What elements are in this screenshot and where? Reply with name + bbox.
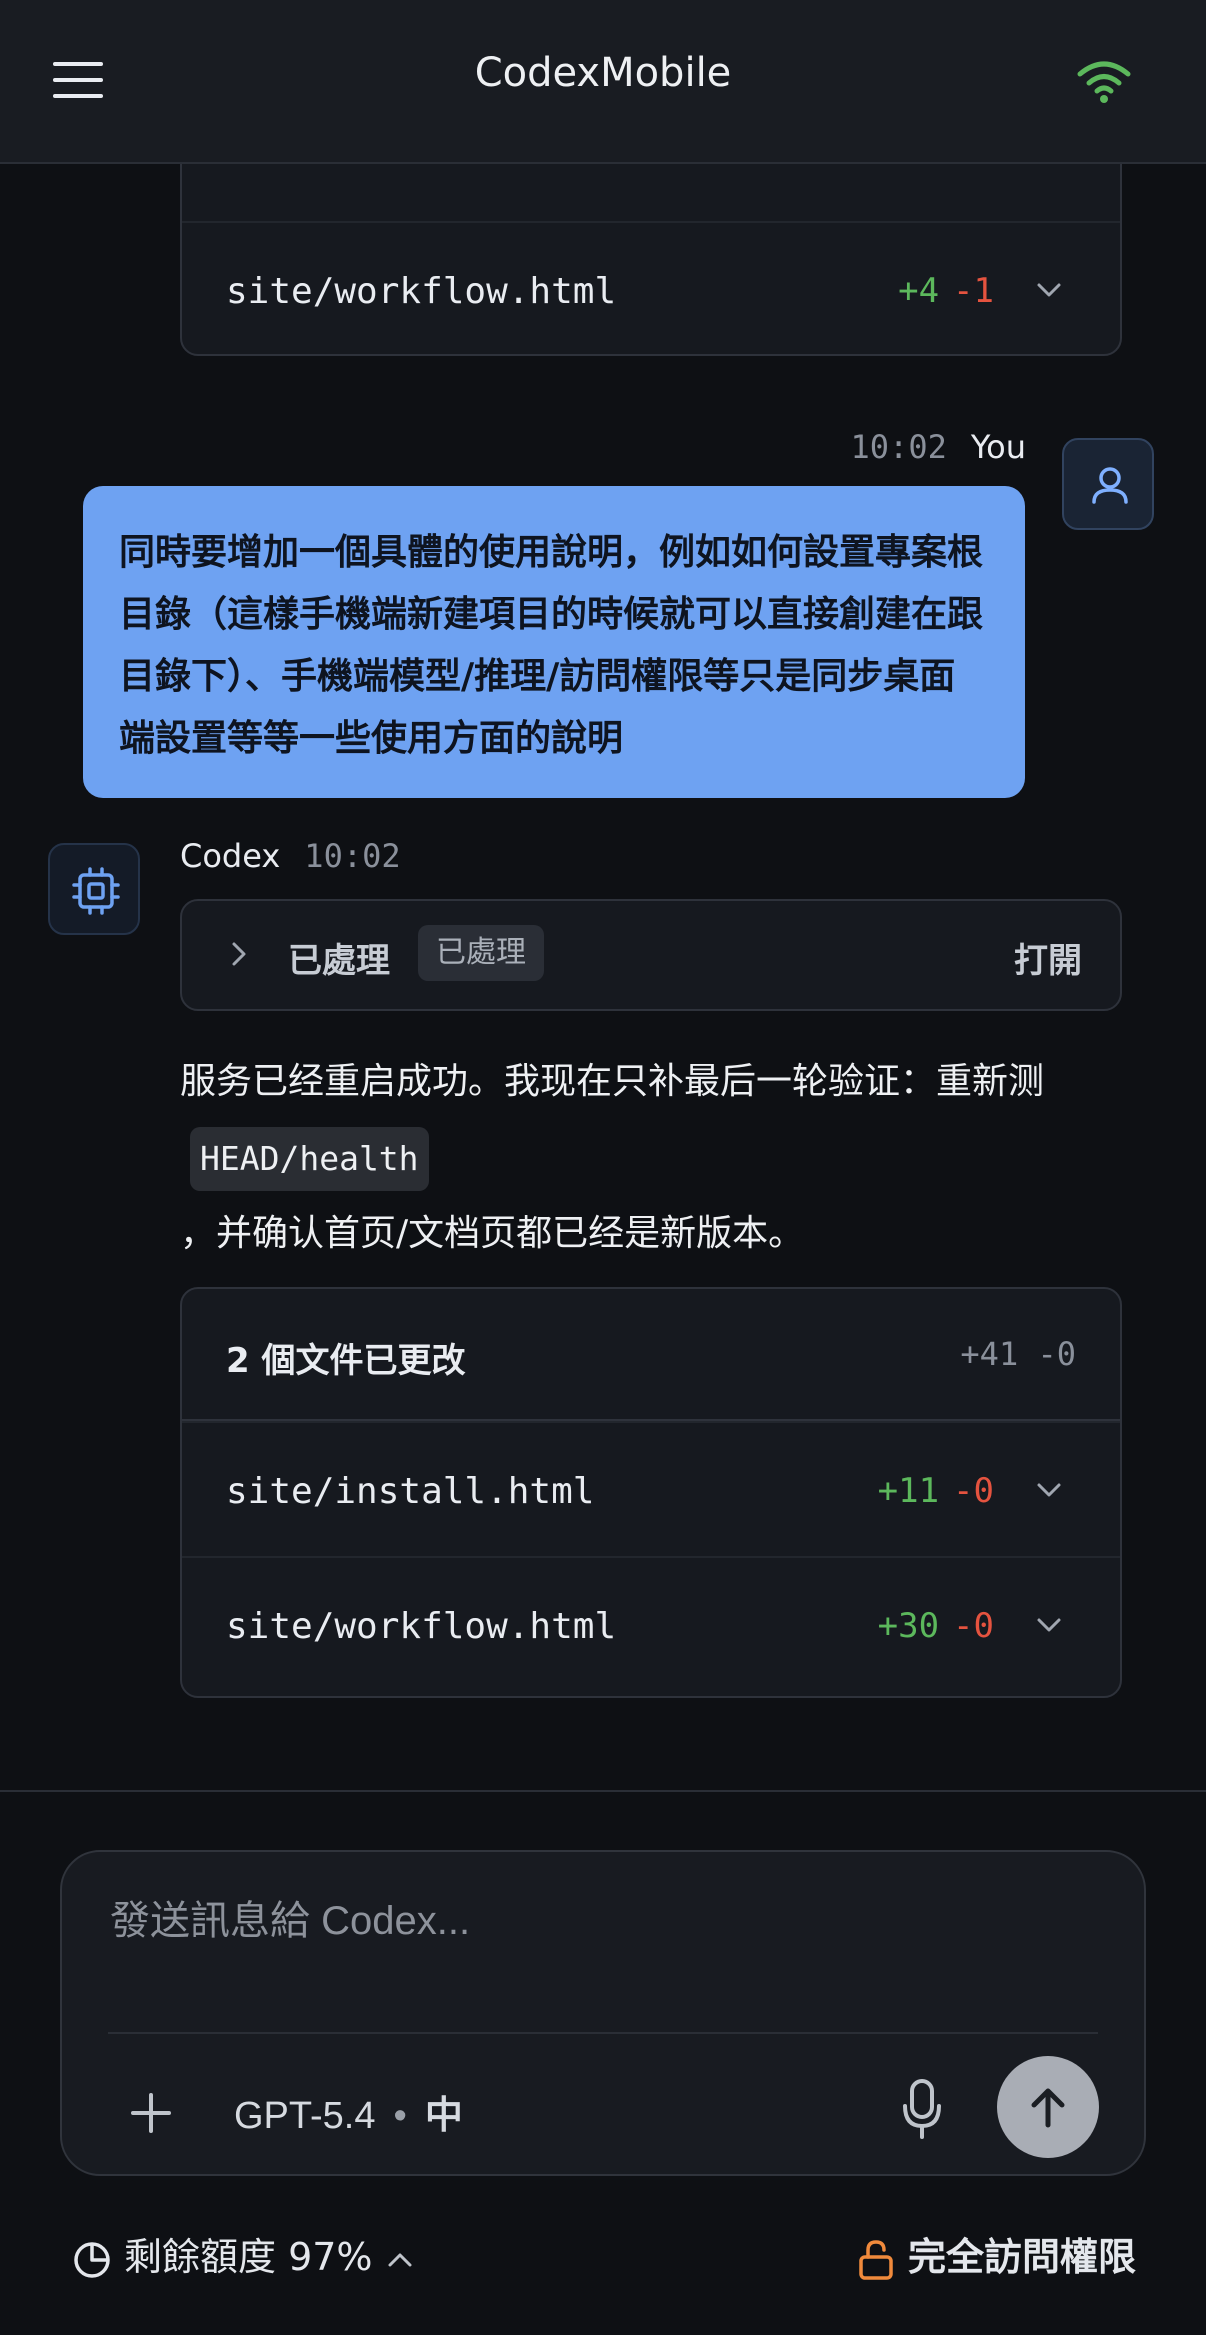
microphone-icon[interactable] [902, 2078, 942, 2140]
changes-header: 2 個文件已更改 +41 -0 [182, 1289, 1120, 1421]
message-time: 10:02 [304, 837, 401, 875]
changes-total: +41 -0 [960, 1335, 1076, 1373]
user-message-bubble: 同時要增加一個具體的使用說明，例如如何設置專案根目錄（這樣手機端新建項目的時候就… [83, 486, 1025, 798]
previous-changes-card: site/workflow.html +4 -1 [180, 164, 1122, 356]
access-permission[interactable]: 完全訪問權限 [858, 2226, 1136, 2281]
wifi-icon [1077, 61, 1131, 103]
composer-divider [108, 2032, 1098, 2034]
user-message-meta: 10:02 You [851, 428, 1026, 466]
chat-scroll-area[interactable]: site/workflow.html +4 -1 10:02 You 同時要增加一個… [0, 164, 1206, 1790]
codex-reply-text: 服务已经重启成功。我现在只补最后一轮验证：重新测 HEAD/health ，并确… [180, 1044, 1130, 1272]
chevron-up-icon [388, 2253, 412, 2266]
chevron-down-icon[interactable] [1036, 277, 1062, 303]
lines-added: +11 [877, 1471, 940, 1511]
file-diff-stats: +11 -0 [878, 1471, 994, 1511]
lines-added: +4 [898, 271, 940, 311]
lines-added: +30 [877, 1606, 940, 1646]
file-name: site/workflow.html [226, 1606, 617, 1647]
lines-removed: -0 [953, 1606, 994, 1646]
codex-avatar [48, 843, 140, 935]
file-row[interactable]: site/install.html +11 -0 [182, 1421, 1120, 1556]
message-time: 10:02 [850, 428, 947, 466]
file-row-hidden [182, 164, 1120, 221]
separator-dot: • [393, 2095, 407, 2137]
inline-code: HEAD/health [190, 1127, 429, 1191]
composer-area: GPT-5.4 • 中 剩餘額度 97% 完全訪問權限 [0, 1790, 1206, 2335]
chevron-down-icon[interactable] [1036, 1477, 1062, 1503]
open-button[interactable]: 打開 [1014, 933, 1082, 982]
reply-text-part2: ，并确认首页/文档页都已经是新版本。 [180, 1213, 805, 1254]
add-attachment-icon[interactable] [128, 2090, 174, 2136]
user-avatar [1062, 438, 1154, 530]
reply-text-part1: 服务已经重启成功。我现在只补最后一轮验证：重新测 [180, 1061, 1045, 1102]
pie-chart-icon [74, 2241, 110, 2278]
file-row[interactable]: site/workflow.html +30 -0 [182, 1556, 1120, 1691]
quota-indicator[interactable]: 剩餘額度 97% [72, 2226, 425, 2281]
lines-removed: -1 [953, 271, 994, 311]
access-text: 完全訪問權限 [907, 2235, 1136, 2279]
codex-message-meta: Codex 10:02 [180, 837, 401, 875]
reasoning-level: 中 [424, 2095, 463, 2137]
model-selector[interactable]: GPT-5.4 • 中 [234, 2084, 463, 2139]
message-author: You [970, 428, 1026, 466]
processed-label: 已處理 [288, 941, 390, 981]
cpu-icon [72, 867, 120, 915]
arrow-up-icon [1031, 2088, 1065, 2128]
model-name: GPT-5.4 [234, 2095, 376, 2137]
file-name: site/workflow.html [226, 271, 617, 312]
file-name: site/install.html [226, 1471, 595, 1512]
processed-panel[interactable]: 已處理 已處理 打開 [180, 899, 1122, 1011]
file-diff-stats: +30 -0 [878, 1606, 994, 1646]
processed-badge: 已處理 [418, 925, 544, 981]
chevron-right-icon[interactable] [228, 941, 250, 967]
changes-title: 2 個文件已更改 [226, 1341, 466, 1381]
unlock-icon [859, 2239, 893, 2280]
file-row[interactable]: site/workflow.html +4 -1 [182, 221, 1120, 354]
send-button[interactable] [997, 2056, 1099, 2158]
lines-removed: -0 [953, 1471, 994, 1511]
message-author: Codex [180, 837, 281, 875]
file-diff-stats: +4 -1 [898, 271, 994, 311]
top-bar: CodexMobile [0, 0, 1206, 164]
app-title: CodexMobile [474, 50, 732, 96]
changed-files-card: 2 個文件已更改 +41 -0 site/install.html +11 -0 … [180, 1287, 1122, 1698]
user-icon [1092, 467, 1128, 504]
quota-text: 剩餘額度 97% [124, 2235, 373, 2279]
chevron-down-icon[interactable] [1036, 1612, 1062, 1638]
message-input[interactable] [108, 1890, 1072, 1952]
composer: GPT-5.4 • 中 [60, 1850, 1146, 2176]
